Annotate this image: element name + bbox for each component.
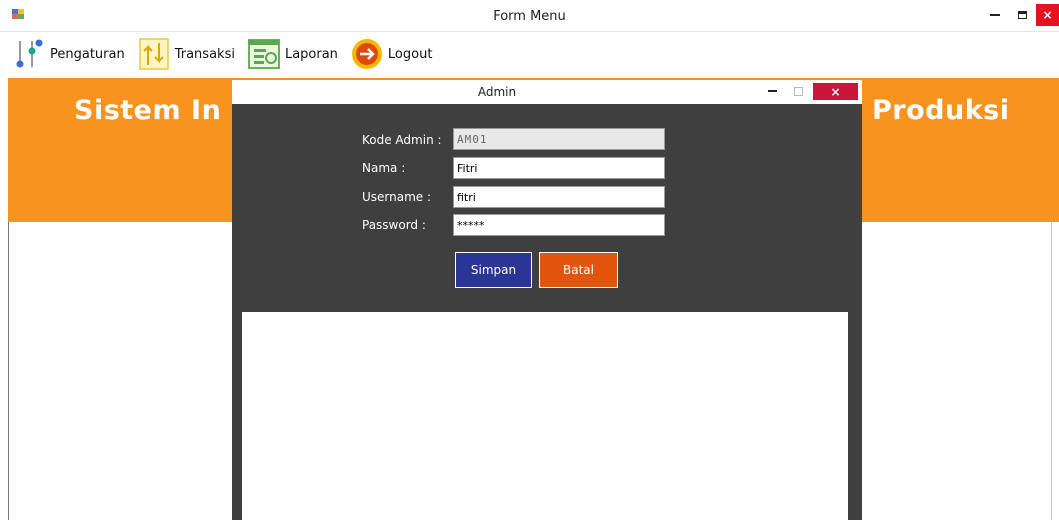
menu-item-pengaturan[interactable]: Pengaturan	[12, 34, 125, 74]
dialog-titlebar[interactable]: Admin ×	[232, 80, 862, 104]
nama-field[interactable]	[453, 157, 665, 179]
close-icon: ×	[1042, 8, 1053, 22]
password-label: Password :	[362, 218, 426, 232]
left-border	[8, 222, 9, 520]
cancel-button[interactable]: Batal	[539, 252, 618, 288]
minimize-button[interactable]	[982, 4, 1008, 26]
username-label: Username :	[362, 190, 432, 204]
system-title-right: Produksi	[872, 95, 1010, 126]
kode-admin-label: Kode Admin :	[362, 133, 442, 147]
save-button[interactable]: Simpan	[455, 252, 532, 288]
close-icon: ×	[830, 84, 841, 99]
main-titlebar[interactable]: Form Menu ×	[0, 0, 1059, 32]
window-title: Form Menu	[493, 9, 566, 24]
dialog-close-button[interactable]: ×	[813, 83, 858, 100]
logout-arrow-icon	[350, 37, 384, 71]
kode-admin-field[interactable]	[453, 128, 665, 150]
report-window-icon	[247, 37, 281, 71]
maximize-icon	[793, 86, 803, 96]
dialog-title: Admin	[477, 85, 517, 99]
close-button[interactable]: ×	[1036, 4, 1059, 26]
restore-button[interactable]	[1010, 4, 1034, 26]
menu-bar: Pengaturan Transaksi Laporan Logout	[0, 32, 1059, 76]
dialog-lower-right-edge	[848, 312, 862, 520]
minimize-icon	[990, 14, 1000, 16]
menu-item-logout[interactable]: Logout	[350, 34, 433, 74]
system-title-left: Sistem In	[74, 95, 222, 126]
admin-dialog: Admin × Kode Admin : Nama : Username : P…	[232, 80, 862, 520]
transfer-arrows-icon	[137, 37, 171, 71]
menu-item-transaksi[interactable]: Transaksi	[137, 34, 235, 74]
menu-label-pengaturan: Pengaturan	[50, 46, 125, 62]
settings-sliders-icon	[12, 37, 46, 71]
right-border	[1051, 222, 1052, 520]
dialog-maximize-button[interactable]	[788, 83, 808, 99]
menu-label-logout: Logout	[387, 46, 433, 62]
nama-label: Nama :	[362, 161, 406, 175]
restore-icon	[1017, 11, 1027, 19]
menu-label-laporan: Laporan	[284, 46, 338, 62]
menu-label-transaksi: Transaksi	[174, 46, 235, 62]
minimize-icon	[767, 90, 777, 92]
username-field[interactable]	[453, 186, 665, 208]
dialog-content-panel	[242, 312, 852, 520]
menu-item-laporan[interactable]: Laporan	[247, 34, 338, 74]
main-window: Form Menu × Pengaturan Transaksi Laporan…	[0, 0, 1059, 520]
dialog-lower-left-edge	[232, 312, 242, 520]
dialog-minimize-button[interactable]	[762, 83, 782, 99]
password-field[interactable]	[453, 214, 665, 236]
